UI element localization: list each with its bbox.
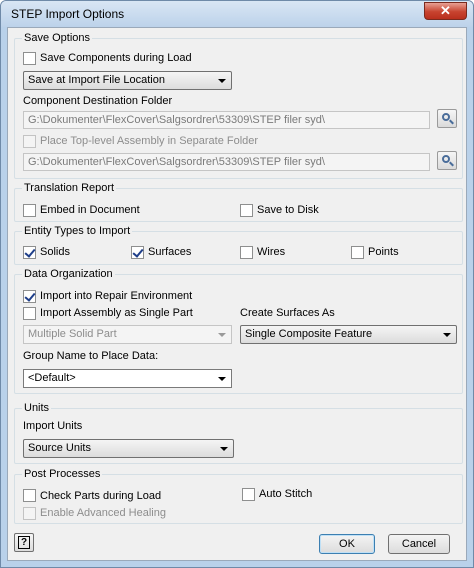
check-parts-label: Check Parts during Load <box>40 490 162 502</box>
cancel-button[interactable]: Cancel <box>388 534 450 554</box>
repair-environment-label: Import into Repair Environment <box>40 290 193 302</box>
post-processes-title: Post Processes <box>22 468 103 480</box>
points-label: Points <box>368 246 399 258</box>
save-components-checkbox[interactable] <box>23 52 36 65</box>
single-part-label: Import Assembly as Single Part <box>40 307 193 319</box>
top-level-assembly-label: Place Top-level Assembly in Separate Fol… <box>40 135 259 147</box>
units-title: Units <box>22 402 52 414</box>
dialog-body: Save Options Save Components during Load… <box>7 27 467 561</box>
translation-report-group: Translation Report Embed in Document Sav… <box>14 182 463 222</box>
import-units-label: Import Units <box>23 420 83 432</box>
close-icon: ✕ <box>440 3 451 18</box>
title-bar: STEP Import Options ✕ <box>1 1 473 27</box>
data-organization-title: Data Organization <box>22 268 115 280</box>
wires-label: Wires <box>257 246 286 258</box>
solids-checkbox[interactable] <box>23 246 36 259</box>
destination-path-value: G:\Dokumenter\FlexCover\Salgsordrer\5330… <box>28 114 325 126</box>
solids-label: Solids <box>40 246 70 258</box>
top-level-path-field[interactable]: G:\Dokumenter\FlexCover\Salgsordrer\5330… <box>23 153 430 171</box>
create-surfaces-dropdown[interactable]: Single Composite Feature <box>240 325 457 344</box>
data-organization-group: Data Organization Import into Repair Env… <box>14 268 463 394</box>
create-surfaces-label: Create Surfaces As <box>240 307 335 319</box>
wires-checkbox[interactable] <box>240 246 253 259</box>
window-title: STEP Import Options <box>11 7 125 21</box>
help-button[interactable]: ? <box>14 533 34 552</box>
single-part-checkbox[interactable] <box>23 307 36 320</box>
save-options-group: Save Options Save Components during Load… <box>14 32 463 179</box>
save-location-dropdown[interactable]: Save at Import File Location <box>23 71 232 90</box>
top-level-path-value: G:\Dokumenter\FlexCover\Salgsordrer\5330… <box>28 156 325 168</box>
units-group: Units Import Units Source Units <box>14 402 463 464</box>
create-surfaces-value: Single Composite Feature <box>245 328 373 340</box>
step-import-options-dialog: STEP Import Options ✕ Save Options Save … <box>0 0 474 568</box>
surfaces-label: Surfaces <box>148 246 192 258</box>
save-location-value: Save at Import File Location <box>28 74 165 86</box>
auto-stitch-checkbox[interactable] <box>242 488 255 501</box>
import-units-dropdown[interactable]: Source Units <box>23 439 234 458</box>
save-to-disk-label: Save to Disk <box>257 204 319 216</box>
chevron-down-icon <box>218 333 226 337</box>
save-components-label: Save Components during Load <box>40 52 192 64</box>
chevron-down-icon <box>218 377 226 381</box>
group-name-label: Group Name to Place Data: <box>23 350 159 362</box>
top-level-browse-button[interactable] <box>437 151 457 170</box>
check-parts-checkbox[interactable] <box>23 489 36 502</box>
save-options-title: Save Options <box>22 32 93 44</box>
close-button[interactable]: ✕ <box>424 2 467 20</box>
chevron-down-icon <box>218 79 226 83</box>
advanced-healing-label: Enable Advanced Healing <box>40 507 166 519</box>
entity-types-group: Entity Types to Import Solids Surfaces W… <box>14 225 463 265</box>
import-units-value: Source Units <box>28 442 91 454</box>
post-processes-group: Post Processes Check Parts during Load A… <box>14 468 463 524</box>
destination-path-field[interactable]: G:\Dokumenter\FlexCover\Salgsordrer\5330… <box>23 111 430 129</box>
chevron-down-icon <box>220 447 228 451</box>
destination-folder-label: Component Destination Folder <box>23 95 173 107</box>
help-icon: ? <box>18 536 30 549</box>
part-type-dropdown[interactable]: Multiple Solid Part <box>23 325 232 344</box>
chevron-down-icon <box>443 333 451 337</box>
auto-stitch-label: Auto Stitch <box>259 488 313 500</box>
group-name-value: <Default> <box>28 372 76 384</box>
points-checkbox[interactable] <box>351 246 364 259</box>
repair-environment-checkbox[interactable] <box>23 290 36 303</box>
ok-button[interactable]: OK <box>319 534 375 554</box>
embed-document-checkbox[interactable] <box>23 204 36 217</box>
top-level-assembly-checkbox[interactable] <box>23 135 36 148</box>
embed-document-label: Embed in Document <box>40 204 140 216</box>
group-name-combobox[interactable]: <Default> <box>23 369 232 388</box>
surfaces-checkbox[interactable] <box>131 246 144 259</box>
destination-browse-button[interactable] <box>437 109 457 128</box>
save-to-disk-checkbox[interactable] <box>240 204 253 217</box>
part-type-value: Multiple Solid Part <box>28 328 117 340</box>
advanced-healing-checkbox[interactable] <box>23 507 36 520</box>
entity-types-title: Entity Types to Import <box>22 225 133 237</box>
translation-report-title: Translation Report <box>22 182 117 194</box>
